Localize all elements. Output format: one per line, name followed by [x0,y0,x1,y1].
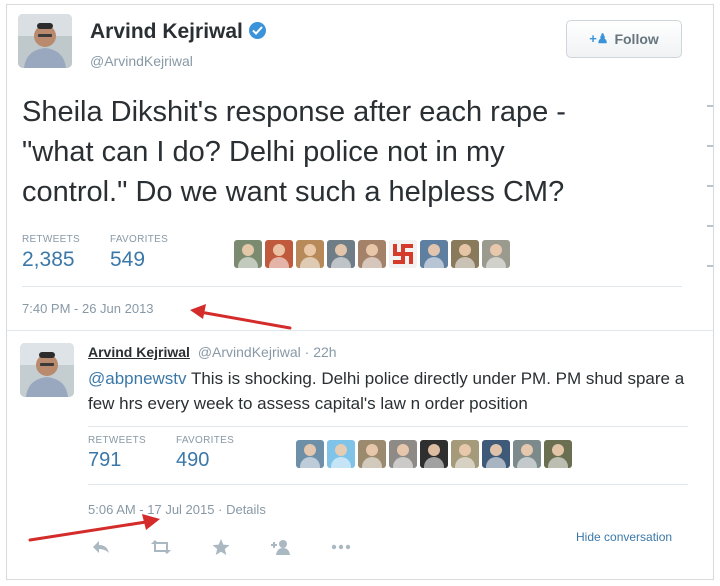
retweets-stat[interactable]: RETWEETS 2,385 [22,234,80,272]
annotation-arrow-icon [190,304,292,330]
user-avatar-icon[interactable] [420,440,448,468]
favorites-label: FAVORITES [109,234,169,245]
divider [88,426,688,427]
user-avatar-icon[interactable] [265,240,293,268]
header-separator: · [304,344,310,360]
scroll-marks [707,105,713,275]
divider [22,286,682,287]
tweet-card [6,4,714,580]
retweets-count: 791 [88,449,122,471]
annotation-arrow-icon [28,514,160,542]
favorites-count: 490 [175,449,210,471]
mention-link[interactable]: @abpnewstv [88,369,187,388]
favoriter-avatars [234,240,510,268]
reply-author-avatar[interactable] [20,343,74,397]
user-avatar-icon[interactable] [296,440,324,468]
reply-author-name[interactable]: Arvind Kejriwal [88,344,190,360]
divider [6,330,714,331]
follow-label: Follow [614,31,659,47]
favorites-stat[interactable]: FAVORITES 490 [176,435,234,472]
retweets-count: 2,385 [22,248,75,271]
user-avatar-icon[interactable] [482,440,510,468]
retweets-stat[interactable]: RETWEETS 791 [88,435,146,472]
favorites-label: FAVORITES [175,435,235,446]
tweet-timestamp[interactable]: 7:40 PM - 26 Jun 2013 [22,301,154,316]
user-avatar-icon[interactable] [451,240,479,268]
verified-badge-icon [248,21,266,39]
reply-stats: RETWEETS 791 FAVORITES 490 [88,435,264,472]
hide-conversation-link[interactable]: Hide conversation [576,530,672,544]
favorite-star-icon[interactable] [208,536,234,558]
user-avatar-icon[interactable] [482,240,510,268]
user-avatar-icon[interactable] [358,240,386,268]
reply-author-handle[interactable]: @ArvindKejriwal [198,344,301,360]
tweet-text: Sheila Dikshit's response after each rap… [22,96,566,208]
favorites-count: 549 [109,248,146,271]
follow-button[interactable]: +♟ Follow [566,20,682,58]
add-user-icon: +♟ [589,31,609,46]
reply-text: @abpnewstv This is shocking. Delhi polic… [88,366,693,416]
user-avatar-icon[interactable] [327,240,355,268]
meta-separator: · [218,502,223,517]
follow-user-icon[interactable] [268,536,294,558]
more-options-icon[interactable] [328,536,354,558]
tweet-stats: RETWEETS 2,385 FAVORITES 549 [22,234,198,272]
user-avatar-icon[interactable] [327,440,355,468]
divider [88,484,688,485]
user-avatar-icon[interactable] [296,240,324,268]
favoriter-avatars [296,440,572,468]
reply-age[interactable]: 22h [313,344,336,360]
user-avatar-icon[interactable] [513,440,541,468]
swastika-avatar-icon[interactable] [389,240,417,268]
user-avatar-icon[interactable] [544,440,572,468]
user-avatar-icon[interactable] [451,440,479,468]
retweets-label: RETWEETS [22,234,80,245]
author-handle[interactable]: @ArvindKejriwal [90,53,193,69]
favorites-stat[interactable]: FAVORITES 549 [110,234,168,272]
author-avatar[interactable] [18,14,72,68]
author-name[interactable]: Arvind Kejriwal [90,20,266,44]
reply-header: Arvind Kejriwal @ArvindKejriwal · 22h [88,344,337,360]
user-avatar-icon[interactable] [358,440,386,468]
user-avatar-icon[interactable] [234,240,262,268]
user-avatar-icon[interactable] [420,240,448,268]
details-link[interactable]: Details [226,502,266,517]
user-avatar-icon[interactable] [389,440,417,468]
retweets-label: RETWEETS [88,435,146,446]
